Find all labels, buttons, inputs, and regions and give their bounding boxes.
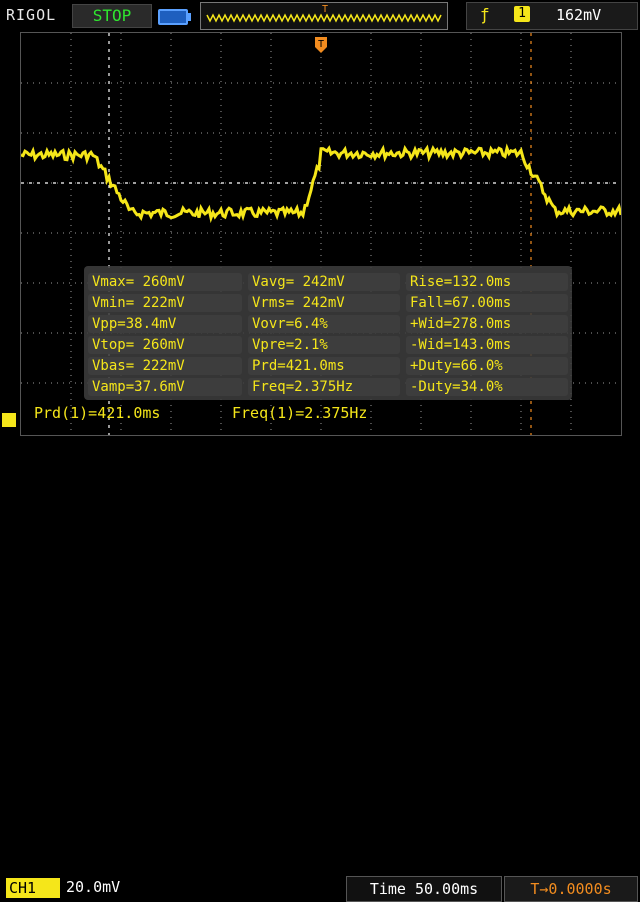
measurement-row: Vamp=37.6mV Freq=2.375Hz -Duty=34.0%	[84, 377, 572, 397]
memory-waveform-icon: T	[206, 4, 442, 23]
measurement-value: Vmax= 260mV	[88, 273, 242, 291]
measurement-value: -Wid=143.0ms	[406, 336, 568, 354]
trigger-offset-icon: T→	[530, 880, 549, 898]
measurement-panel: Vmax= 260mV Vavg= 242mV Rise=132.0ms Vmin= …	[84, 266, 572, 400]
measurement-value: +Duty=66.0%	[406, 357, 568, 375]
run-stop-button[interactable]: STOP	[72, 4, 152, 28]
measurement-value: Vpre=2.1%	[248, 336, 400, 354]
measurement-value: Fall=67.00ms	[406, 294, 568, 312]
measurement-row: Vmax= 260mV Vavg= 242mV Rise=132.0ms	[84, 272, 572, 292]
trigger-channel-badge: 1	[514, 6, 530, 22]
measurement-value: Vamp=37.6mV	[88, 378, 242, 396]
measurement-value: Vmin= 222mV	[88, 294, 242, 312]
measurement-row: Vbas= 222mV Prd=421.0ms +Duty=66.0%	[84, 356, 572, 376]
measurement-row: Vpp=38.4mV Vovr=6.4% +Wid=278.0ms	[84, 314, 572, 334]
measurement-value: Vpp=38.4mV	[88, 315, 242, 333]
trigger-offset-display[interactable]: T→0.0000s	[504, 876, 638, 902]
brand-logo: RIGOL	[6, 6, 57, 24]
trigger-offset-value: 0.0000s	[548, 880, 612, 898]
battery-icon	[158, 9, 191, 25]
measurement-value: Vbas= 222mV	[88, 357, 242, 375]
ground-marker-icon[interactable]	[2, 413, 16, 427]
measurement-value: -Duty=34.0%	[406, 378, 568, 396]
measurement-value: +Wid=278.0ms	[406, 315, 568, 333]
trigger-position-marker[interactable]: T	[315, 37, 327, 53]
measurement-row: Vmin= 222mV Vrms= 242mV Fall=67.00ms	[84, 293, 572, 313]
rising-edge-icon: ƒ	[480, 5, 490, 24]
measurement-value: Vtop= 260mV	[88, 336, 242, 354]
frequency-readout: Freq(1)=2.375Hz	[232, 404, 368, 422]
timebase-display[interactable]: Time 50.00ms	[346, 876, 502, 902]
measurement-value: Vrms= 242mV	[248, 294, 400, 312]
measurement-value: Rise=132.0ms	[406, 273, 568, 291]
trigger-level-value: 162mV	[556, 6, 602, 24]
measurement-value: Vovr=6.4%	[248, 315, 400, 333]
svg-text:T: T	[318, 39, 324, 50]
timebase-scale: 50.00ms	[414, 880, 479, 898]
measurement-value: Prd=421.0ms	[248, 357, 400, 375]
channel1-label[interactable]: CH1	[6, 878, 60, 898]
vertical-scale[interactable]: 20.0mV	[66, 878, 120, 896]
memory-depth-strip[interactable]: T	[200, 2, 448, 30]
period-readout: Prd(1)=421.0ms	[34, 404, 161, 422]
bottom-status-bar: CH1 20.0mV Time 50.00ms T→0.0000s	[0, 436, 640, 902]
top-status-bar: RIGOL STOP T ƒ 1 162mV	[0, 0, 640, 32]
timebase-label: Time	[369, 880, 406, 898]
memory-trigger-marker: T	[322, 4, 328, 15]
measurement-row: Vtop= 260mV Vpre=2.1% -Wid=143.0ms	[84, 335, 572, 355]
trigger-settings[interactable]	[466, 2, 638, 30]
measurement-value: Freq=2.375Hz	[248, 378, 400, 396]
measurement-value: Vavg= 242mV	[248, 273, 400, 291]
